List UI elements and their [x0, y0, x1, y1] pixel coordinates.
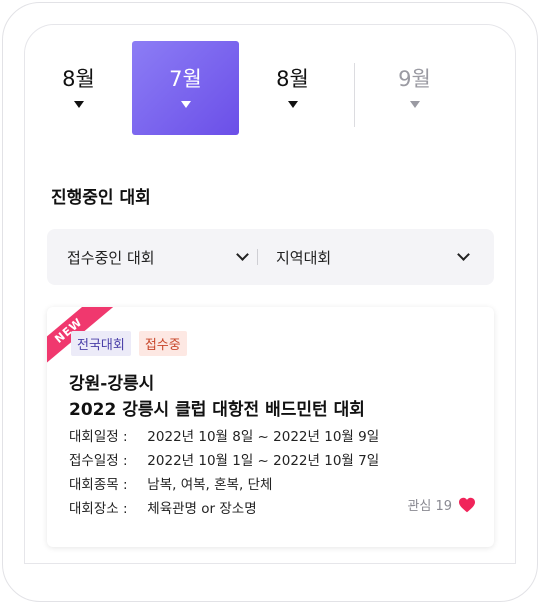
info-value: 체육관명 or 장소명 [147, 501, 257, 517]
device-mockup: 8월 7월 8월 9월 진행중인 대회 접수중인 대회 지역대회 NEW 전국대… [0, 0, 540, 602]
national-tag: 전국대회 [71, 331, 131, 356]
tournament-title: 2022 강릉시 클럽 대항전 배드민턴 대회 [69, 400, 365, 420]
tab-divider [354, 63, 355, 127]
info-row-schedule: 대회일정 : 2022년 10월 8일 ~ 2022년 10월 9일 [69, 425, 379, 449]
caret-down-icon [73, 101, 84, 108]
month-tab-label: 8월 [276, 67, 309, 91]
chevron-down-icon [457, 248, 470, 261]
ongoing-tournaments-section: 진행중인 대회 접수중인 대회 지역대회 NEW 전국대회 접수중 강원-강릉시… [25, 161, 515, 563]
info-key: 대회종목 : [69, 477, 128, 493]
month-tab-label: 8월 [62, 67, 95, 91]
like-button[interactable]: 관심 19 [407, 495, 476, 514]
month-tab-label: 7월 [169, 67, 202, 91]
info-key: 대회장소 : [69, 501, 128, 517]
caret-down-icon [287, 101, 298, 108]
like-count: 관심 19 [407, 499, 452, 514]
status-filter-label: 접수중인 대회 [67, 248, 155, 267]
filter-bar: 접수중인 대회 지역대회 [47, 229, 494, 285]
caret-down-icon [180, 101, 191, 108]
info-key: 대회일정 : [69, 429, 128, 445]
info-key: 접수일정 : [69, 453, 128, 469]
tag-list: 전국대회 접수중 [71, 331, 187, 356]
month-tab-label: 9월 [398, 67, 431, 91]
info-value: 남복, 여복, 혼복, 단체 [147, 477, 273, 493]
month-tab-august-prev[interactable]: 8월 [25, 41, 132, 135]
month-tab-september[interactable]: 9월 [361, 41, 468, 135]
heart-icon [459, 497, 475, 512]
tournament-card[interactable]: NEW 전국대회 접수중 강원-강릉시 2022 강릉시 클럽 대항전 배드민턴… [47, 307, 494, 547]
tournament-info: 대회일정 : 2022년 10월 8일 ~ 2022년 10월 9일 접수일정 … [69, 425, 379, 521]
chevron-down-icon [236, 248, 249, 261]
info-row-registration: 접수일정 : 2022년 10월 1일 ~ 2022년 10월 7일 [69, 449, 379, 473]
month-tab-july[interactable]: 7월 [132, 41, 239, 135]
scope-filter-dropdown[interactable]: 지역대회 [258, 229, 480, 285]
month-selector: 8월 7월 8월 9월 [25, 25, 515, 161]
info-row-events: 대회종목 : 남복, 여복, 혼복, 단체 [69, 473, 379, 497]
scope-filter-label: 지역대회 [276, 248, 332, 267]
caret-down-icon [409, 101, 420, 108]
app-screen: 8월 7월 8월 9월 진행중인 대회 접수중인 대회 지역대회 NEW 전국대… [24, 24, 516, 564]
info-row-venue: 대회장소 : 체육관명 or 장소명 [69, 497, 379, 521]
status-badge: 접수중 [138, 331, 187, 356]
tournament-region: 강원-강릉시 [69, 374, 155, 394]
status-filter-dropdown[interactable]: 접수중인 대회 [47, 229, 257, 285]
section-title: 진행중인 대회 [51, 188, 151, 208]
info-value: 2022년 10월 1일 ~ 2022년 10월 7일 [147, 453, 380, 469]
info-value: 2022년 10월 8일 ~ 2022년 10월 9일 [147, 429, 380, 445]
month-tab-august[interactable]: 8월 [239, 41, 346, 135]
